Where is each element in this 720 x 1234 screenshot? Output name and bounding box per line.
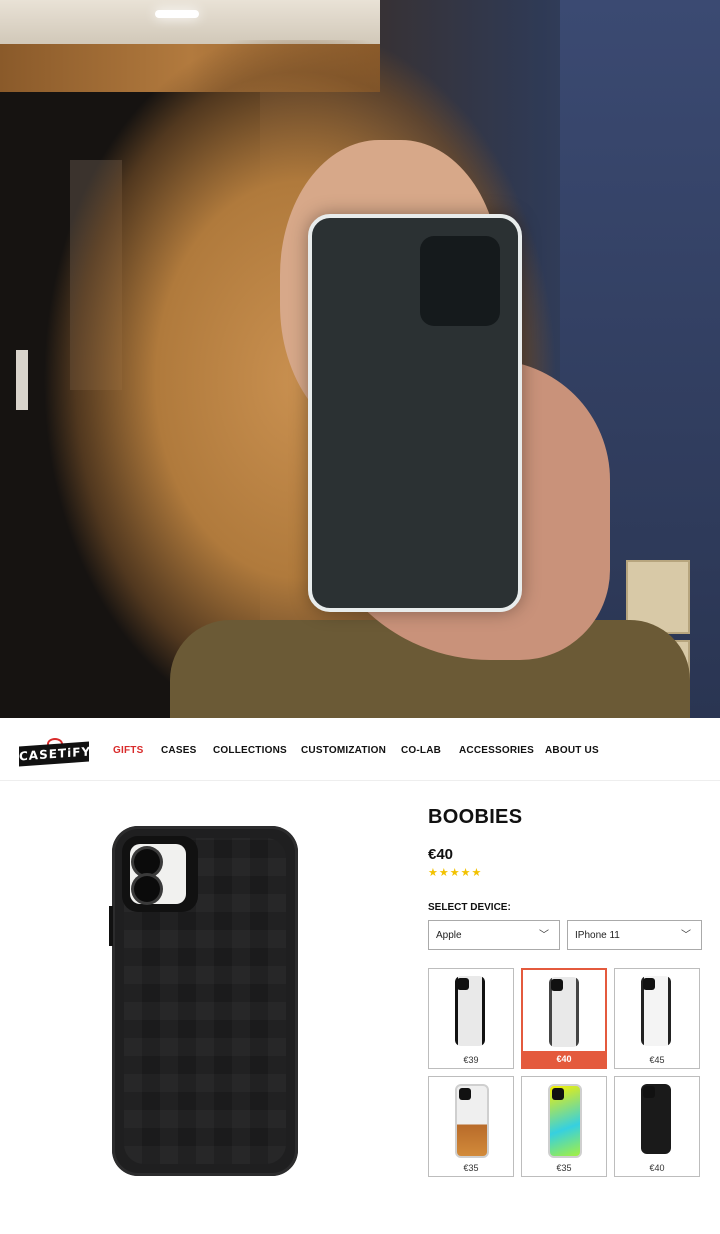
top-navigation: CASETiFY GIFTS CASES COLLECTIONS CUSTOMI… [0, 718, 720, 781]
case-option-clear-white[interactable]: €45 [614, 968, 700, 1069]
ceiling-lamp [155, 10, 199, 18]
select-device-label: SELECT DEVICE: [428, 902, 511, 913]
model-value: IPhone 11 [575, 930, 620, 941]
case-option-price: €35 [556, 1163, 572, 1173]
lens-icon [134, 849, 160, 875]
product-price: €40 [428, 846, 454, 863]
shop-section: CASETiFY GIFTS CASES COLLECTIONS CUSTOMI… [0, 718, 720, 1234]
brand-value: Apple [436, 930, 462, 941]
case-option-price: €40 [649, 1163, 665, 1173]
case-option-price: €39 [463, 1055, 479, 1065]
case-option-price: €35 [463, 1163, 479, 1173]
nav-customization[interactable]: CUSTOMIZATION [301, 745, 386, 756]
phone-in-hand [308, 214, 522, 612]
brand-dropdown[interactable]: Apple ﹀ [428, 920, 560, 950]
case-thumbnail [549, 977, 579, 1047]
casetify-logo[interactable]: CASETiFY [19, 741, 91, 767]
case-thumbnail [641, 976, 671, 1046]
model-dropdown[interactable]: IPhone 11 ﹀ [567, 920, 702, 950]
star-rating-icon: ★★★★★ [428, 867, 483, 879]
case-option-neon-sand[interactable]: €35 [521, 1076, 607, 1177]
nav-gifts[interactable]: GIFTS [113, 745, 143, 756]
camera-module [420, 236, 500, 326]
side-button [109, 906, 113, 946]
case-option-solid-black[interactable]: €40 [614, 1076, 700, 1177]
camera-cutout [122, 836, 198, 912]
nav-about-us[interactable]: ABOUT US [545, 745, 599, 756]
camera-plate [130, 844, 186, 904]
case-type-grid: €39 €40 €45 €35 €35 €40 [428, 968, 702, 1180]
chevron-down-icon: ﹀ [539, 930, 549, 941]
case-thumbnail [641, 1084, 671, 1154]
case-thumbnail [455, 976, 485, 1046]
case-option-price: €45 [649, 1055, 665, 1065]
product-image [109, 826, 298, 1176]
case-option-clear-grey[interactable]: €40 [521, 968, 607, 1069]
nav-co-lab[interactable]: CO-LAB [401, 745, 441, 756]
case-thumbnail [455, 1084, 489, 1158]
chevron-down-icon: ﹀ [681, 930, 691, 941]
lens-icon [134, 876, 160, 902]
case-option-glitter-gold[interactable]: €35 [428, 1076, 514, 1177]
case-option-clear-black[interactable]: €39 [428, 968, 514, 1069]
phone-case [109, 826, 298, 1176]
product-title: BOOBIES [428, 806, 523, 828]
nav-cases[interactable]: CASES [161, 745, 196, 756]
hero-photo [0, 0, 720, 718]
case-thumbnail [548, 1084, 582, 1158]
case-option-price: €40 [523, 1051, 605, 1067]
nav-accessories[interactable]: ACCESSORIES [459, 745, 534, 756]
nav-collections[interactable]: COLLECTIONS [213, 745, 287, 756]
